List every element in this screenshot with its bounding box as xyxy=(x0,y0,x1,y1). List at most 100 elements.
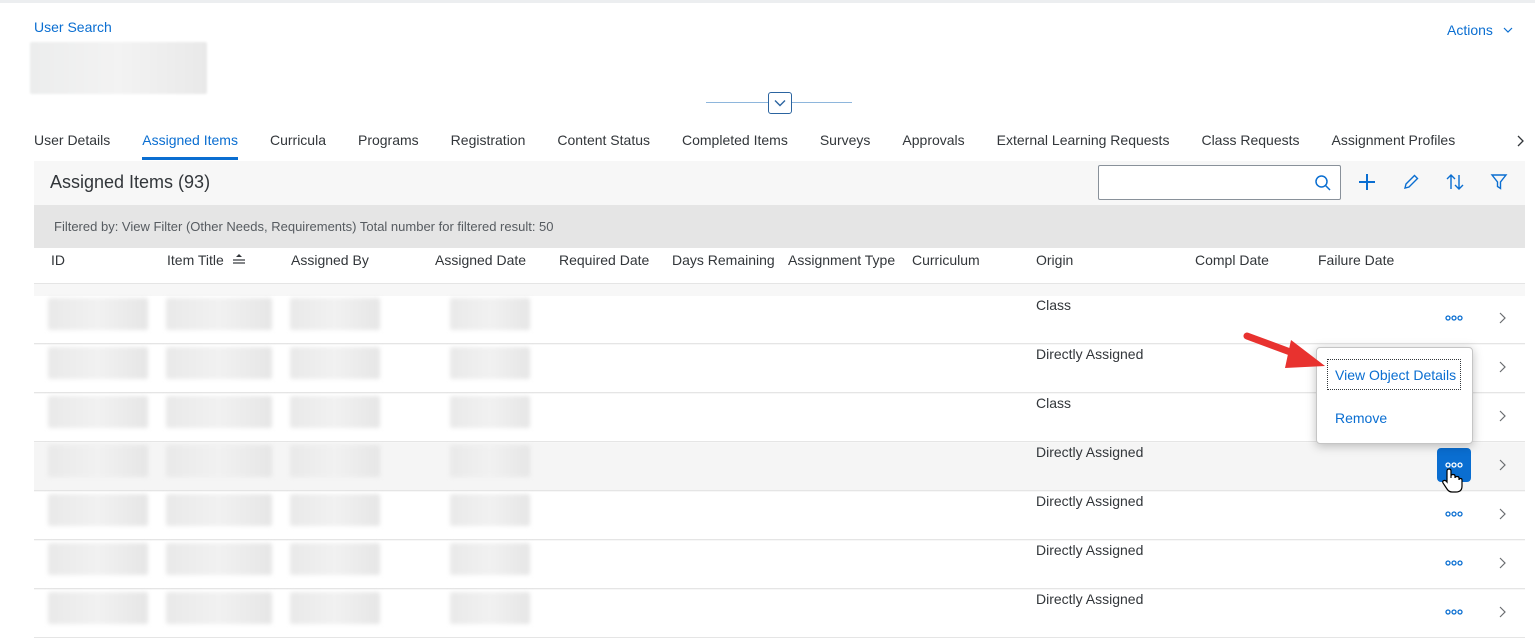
redacted-cell xyxy=(290,298,380,330)
tab-assigned-items[interactable]: Assigned Items xyxy=(142,123,238,161)
redacted-cell xyxy=(450,494,530,526)
column-header-days-remaining[interactable]: Days Remaining xyxy=(672,252,775,268)
redacted-cell xyxy=(450,347,530,379)
column-header-id[interactable]: ID xyxy=(51,252,65,268)
redacted-cell xyxy=(166,396,272,428)
header-collapse-button[interactable] xyxy=(768,92,792,114)
chevron-right-icon xyxy=(1499,557,1506,569)
more-dots-icon xyxy=(1445,511,1463,517)
table-header-row xyxy=(34,248,1525,284)
header-collapse-line-right xyxy=(792,102,852,103)
chevron-right-icon xyxy=(1499,508,1506,520)
chevron-down-icon xyxy=(774,100,786,107)
redacted-cell xyxy=(166,347,272,379)
tab-content-status[interactable]: Content Status xyxy=(557,123,650,161)
tab-assignment-profiles[interactable]: Assignment Profiles xyxy=(1332,123,1456,161)
redacted-cell xyxy=(290,347,380,379)
tab-completed-items[interactable]: Completed Items xyxy=(682,123,788,161)
more-dots-icon xyxy=(1445,315,1463,321)
row-navigate-button[interactable] xyxy=(1494,506,1510,522)
row-more-actions-button[interactable] xyxy=(1437,497,1471,531)
breadcrumb-user-search[interactable]: User Search xyxy=(34,19,112,35)
chevron-right-icon xyxy=(1499,459,1506,471)
chevron-down-icon xyxy=(1503,27,1513,33)
redacted-cell xyxy=(48,445,148,477)
tab-curricula[interactable]: Curricula xyxy=(270,123,326,161)
redacted-cell xyxy=(290,543,380,575)
tab-approvals[interactable]: Approvals xyxy=(902,123,964,161)
column-header-assigned-date[interactable]: Assigned Date xyxy=(435,252,526,268)
row-more-actions-button[interactable] xyxy=(1437,301,1471,335)
row-navigate-button[interactable] xyxy=(1494,408,1510,424)
hand-cursor-icon xyxy=(1442,468,1463,493)
actions-menu-button[interactable]: Actions xyxy=(1447,22,1513,38)
search-icon[interactable] xyxy=(1314,174,1332,192)
redacted-cell xyxy=(166,298,272,330)
redacted-cell xyxy=(450,445,530,477)
plus-icon xyxy=(1359,174,1375,190)
column-header-failure-date[interactable]: Failure Date xyxy=(1318,252,1394,268)
row-navigate-button[interactable] xyxy=(1494,457,1510,473)
column-header-curriculum[interactable]: Curriculum xyxy=(912,252,980,268)
redacted-cell xyxy=(48,298,148,330)
filter-info-text: Filtered by: View Filter (Other Needs, R… xyxy=(54,219,554,234)
remove-menu-item[interactable]: Remove xyxy=(1335,410,1387,426)
redacted-cell xyxy=(450,396,530,428)
redacted-cell xyxy=(450,543,530,575)
tab-class-requests[interactable]: Class Requests xyxy=(1201,123,1299,161)
origin-cell: Class xyxy=(1036,297,1072,313)
search-input[interactable] xyxy=(1107,166,1307,197)
origin-cell: Directly Assigned xyxy=(1036,346,1144,362)
add-item-button[interactable] xyxy=(1355,170,1379,194)
column-header-compl-date[interactable]: Compl Date xyxy=(1195,252,1269,268)
edit-button[interactable] xyxy=(1399,170,1423,194)
header-collapse-line-left xyxy=(706,102,768,103)
tab-scroll-right-button[interactable] xyxy=(1508,128,1532,154)
redacted-cell xyxy=(48,347,148,379)
tab-external-learning-requests[interactable]: External Learning Requests xyxy=(997,123,1170,161)
chevron-right-icon xyxy=(1499,606,1506,618)
redacted-cell xyxy=(450,592,530,624)
row-navigate-button[interactable] xyxy=(1494,359,1510,375)
tab-programs[interactable]: Programs xyxy=(358,123,419,161)
origin-cell: Directly Assigned xyxy=(1036,493,1144,509)
sort-button[interactable] xyxy=(1443,170,1467,194)
search-field[interactable] xyxy=(1098,165,1341,200)
sort-arrows-icon xyxy=(1446,174,1464,190)
redacted-cell xyxy=(48,592,148,624)
column-header-required-date[interactable]: Required Date xyxy=(559,252,649,268)
tab-bar: User Details Assigned Items Curricula Progr… xyxy=(34,123,1486,161)
filter-funnel-icon xyxy=(1490,174,1508,190)
filter-button[interactable] xyxy=(1487,170,1511,194)
origin-cell: Directly Assigned xyxy=(1036,542,1144,558)
chevron-right-icon xyxy=(1499,361,1506,373)
row-navigate-button[interactable] xyxy=(1494,310,1510,326)
redacted-cell xyxy=(48,494,148,526)
chevron-right-icon xyxy=(1499,312,1506,324)
redacted-cell xyxy=(166,592,272,624)
row-more-actions-button[interactable] xyxy=(1437,595,1471,629)
redacted-cell xyxy=(290,494,380,526)
redacted-cell xyxy=(48,396,148,428)
tab-surveys[interactable]: Surveys xyxy=(820,123,871,161)
tab-registration[interactable]: Registration xyxy=(451,123,526,161)
redacted-cell xyxy=(450,298,530,330)
pencil-icon xyxy=(1404,174,1419,189)
row-more-actions-button[interactable] xyxy=(1437,546,1471,580)
redacted-cell xyxy=(166,543,272,575)
origin-cell: Class xyxy=(1036,395,1072,411)
chevron-right-icon xyxy=(1499,410,1506,422)
column-header-assignment-type[interactable]: Assignment Type xyxy=(788,252,895,268)
column-header-assigned-by[interactable]: Assigned By xyxy=(291,252,369,268)
row-navigate-button[interactable] xyxy=(1494,555,1510,571)
more-dots-icon xyxy=(1445,560,1463,566)
tab-user-details[interactable]: User Details xyxy=(34,123,110,161)
panel-title: Assigned Items (93) xyxy=(50,172,211,192)
redacted-cell xyxy=(48,543,148,575)
row-navigate-button[interactable] xyxy=(1494,604,1510,620)
view-object-details-menu-item[interactable]: View Object Details xyxy=(1327,359,1461,390)
column-header-origin[interactable]: Origin xyxy=(1036,252,1073,268)
redacted-cell xyxy=(290,396,380,428)
redacted-cell xyxy=(166,494,272,526)
column-header-item-title[interactable]: Item Title xyxy=(167,252,224,268)
